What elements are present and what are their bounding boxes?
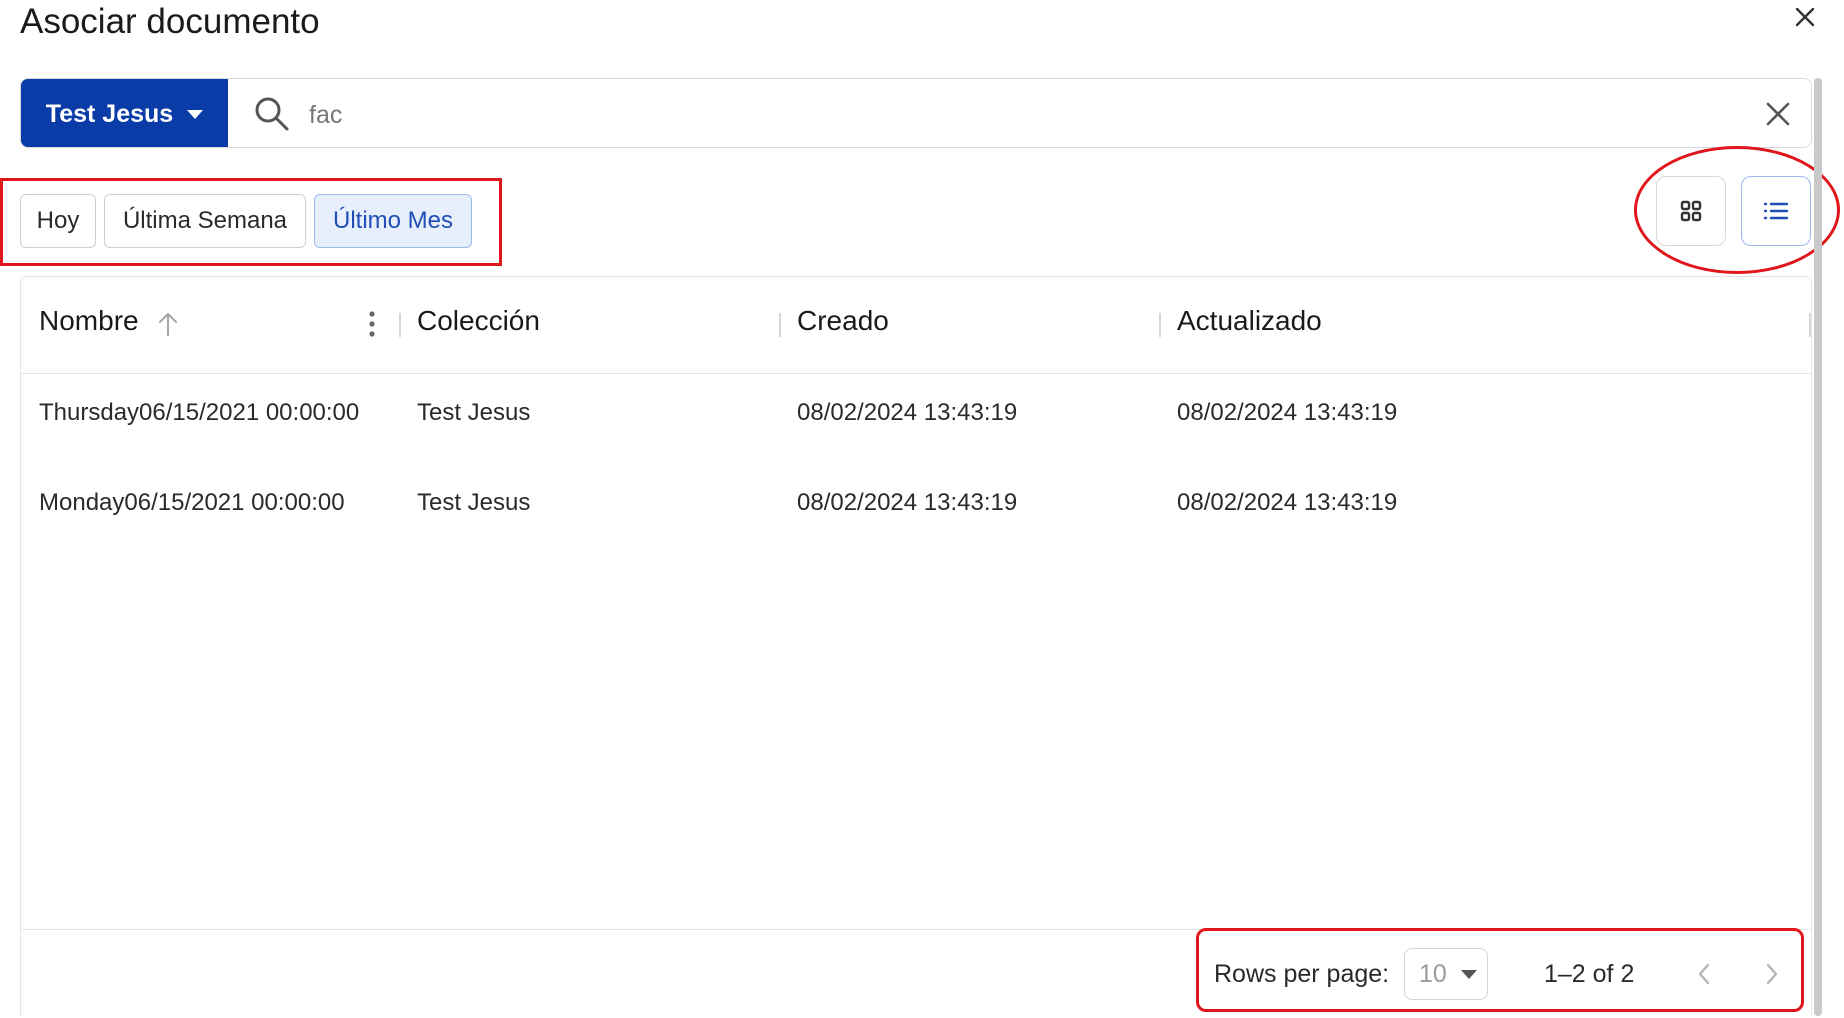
- grid-view-button[interactable]: [1656, 176, 1726, 246]
- rows-per-page-label: Rows per page:: [1214, 960, 1390, 988]
- cell-nombre: Thursday06/15/2021 00:00:00: [39, 399, 360, 426]
- column-header-coleccion[interactable]: Colección: [417, 305, 540, 337]
- column-resize-handle[interactable]: [399, 313, 401, 337]
- filter-chip-ultimo-mes[interactable]: Último Mes: [314, 194, 472, 248]
- list-icon: [1763, 202, 1789, 220]
- grid-icon: [1680, 200, 1702, 222]
- table-header: Nombre Colección Creado Actualizado: [21, 277, 1811, 374]
- rows-per-page-select[interactable]: 10: [1404, 948, 1488, 1000]
- dialog-title: Asociar documento: [20, 2, 320, 41]
- collection-dropdown-label: Test Jesus: [45, 99, 174, 128]
- vertical-scrollbar[interactable]: [1814, 78, 1822, 1016]
- more-vert-icon[interactable]: [367, 309, 377, 339]
- sort-asc-icon[interactable]: [157, 311, 179, 337]
- table-row[interactable]: Monday06/15/2021 00:00:00 Test Jesus 08/…: [21, 489, 1811, 569]
- table-row[interactable]: Thursday06/15/2021 00:00:00 Test Jesus 0…: [21, 399, 1811, 479]
- clear-icon: [1766, 102, 1790, 126]
- column-resize-handle[interactable]: [1159, 313, 1161, 337]
- clear-search-button[interactable]: [1759, 95, 1797, 133]
- caret-down-icon: [1460, 969, 1477, 979]
- chevron-left-icon: [1698, 963, 1710, 985]
- column-resize-handle[interactable]: [1809, 313, 1811, 337]
- page-range: 1–2 of 2: [1544, 960, 1635, 988]
- previous-page-button[interactable]: [1684, 954, 1724, 994]
- cell-creado: 08/02/2024 13:43:19: [797, 399, 1018, 426]
- cell-actualizado: 08/02/2024 13:43:19: [1177, 399, 1398, 426]
- column-header-creado[interactable]: Creado: [797, 305, 889, 337]
- column-header-actualizado[interactable]: Actualizado: [1177, 305, 1322, 337]
- cell-creado: 08/02/2024 13:43:19: [797, 489, 1018, 516]
- documents-table: Nombre Colección Creado Actualizado Thur…: [20, 276, 1812, 1016]
- rows-per-page-value: 10: [1419, 959, 1447, 988]
- search-icon: [255, 97, 289, 131]
- search-input[interactable]: [307, 91, 1711, 139]
- close-icon: [1795, 7, 1815, 27]
- cell-coleccion: Test Jesus: [417, 399, 531, 426]
- column-resize-handle[interactable]: [779, 313, 781, 337]
- close-dialog-button[interactable]: [1788, 0, 1822, 34]
- filter-chip-ultima-semana[interactable]: Última Semana: [104, 194, 306, 248]
- cell-nombre: Monday06/15/2021 00:00:00: [39, 489, 345, 516]
- filter-chip-hoy[interactable]: Hoy: [20, 194, 96, 248]
- chevron-right-icon: [1766, 963, 1778, 985]
- collection-dropdown[interactable]: Test Jesus: [21, 79, 228, 147]
- caret-down-icon: [187, 109, 204, 119]
- cell-coleccion: Test Jesus: [417, 489, 531, 516]
- next-page-button[interactable]: [1752, 954, 1792, 994]
- list-view-button[interactable]: [1741, 176, 1811, 246]
- search-bar: Test Jesus: [20, 78, 1812, 148]
- cell-actualizado: 08/02/2024 13:43:19: [1177, 489, 1398, 516]
- column-header-nombre[interactable]: Nombre: [39, 305, 139, 337]
